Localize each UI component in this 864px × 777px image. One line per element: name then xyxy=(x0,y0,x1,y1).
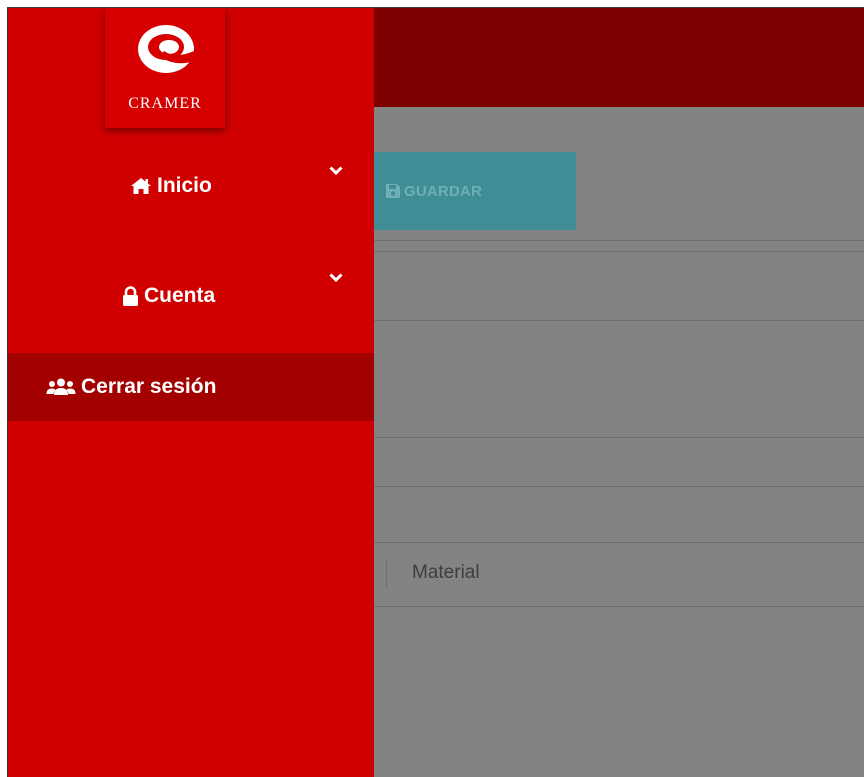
sidebar-item-inicio[interactable]: Inicio xyxy=(8,156,374,216)
divider xyxy=(374,320,864,321)
brand-logo[interactable]: CRAMER xyxy=(105,8,225,128)
app-window: GUARDAR Material CRAMER Inicio Cuenta Ce… xyxy=(7,7,864,777)
sidebar-item-label: Cuenta xyxy=(144,284,216,307)
sidebar: CRAMER Inicio Cuenta Cerrar sesión xyxy=(8,8,374,777)
floppy-disk-icon xyxy=(386,184,400,198)
divider xyxy=(374,486,864,487)
chevron-down-icon[interactable] xyxy=(329,273,343,283)
chevron-down-icon[interactable] xyxy=(329,166,343,176)
home-icon xyxy=(131,178,151,194)
material-field-label: Material xyxy=(412,562,480,583)
divider xyxy=(374,606,864,607)
brand-name: CRAMER xyxy=(128,95,202,112)
sidebar-item-cuenta[interactable]: Cuenta xyxy=(8,266,374,326)
cramer-logo-icon xyxy=(138,25,194,73)
lock-icon xyxy=(123,286,138,306)
sidebar-item-label: Inicio xyxy=(157,174,212,197)
divider xyxy=(374,251,864,252)
material-field[interactable]: Material xyxy=(374,542,864,606)
save-button-label: GUARDAR xyxy=(404,182,483,200)
divider xyxy=(374,437,864,438)
sidebar-item-cerrar-sesion[interactable]: Cerrar sesión xyxy=(8,353,374,421)
users-icon xyxy=(46,378,76,395)
divider xyxy=(374,240,864,241)
sidebar-item-label: Cerrar sesión xyxy=(81,375,217,398)
save-button[interactable]: GUARDAR xyxy=(372,152,576,230)
field-separator xyxy=(386,560,387,588)
